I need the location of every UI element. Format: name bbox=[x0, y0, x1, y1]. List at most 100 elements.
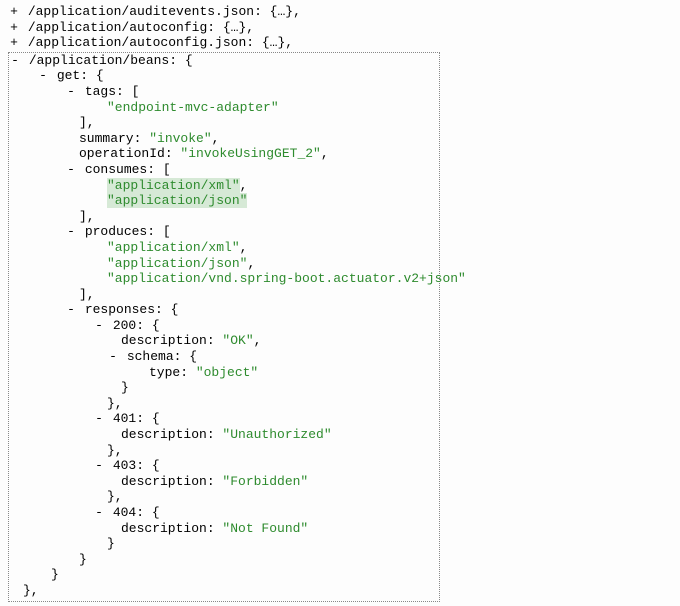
collapse-icon[interactable]: - bbox=[93, 411, 105, 427]
json-string: "application/xml" bbox=[107, 240, 240, 255]
json-string: "OK" bbox=[222, 333, 253, 348]
json-key: 404: { bbox=[113, 505, 160, 520]
json-key: produces: [ bbox=[85, 224, 171, 239]
json-string: "invoke" bbox=[149, 131, 211, 146]
json-collapsed-row[interactable]: + /application/autoconfig.json: {…}, bbox=[8, 35, 672, 51]
json-punc: : {…}, bbox=[207, 20, 254, 35]
json-close: }, bbox=[9, 396, 439, 412]
json-key: type: bbox=[149, 365, 196, 380]
json-row-type: type: "object" bbox=[9, 365, 439, 381]
json-key: 401: { bbox=[113, 411, 160, 426]
json-punc: } bbox=[121, 380, 129, 395]
json-row-tags[interactable]: - tags: [ bbox=[9, 84, 439, 100]
expand-icon[interactable]: + bbox=[8, 4, 20, 20]
json-row-200[interactable]: - 200: { bbox=[9, 318, 439, 334]
json-punc: : {…}, bbox=[246, 35, 293, 50]
json-key: /application/autoconfig bbox=[28, 20, 207, 35]
json-row-summary: summary: "invoke", bbox=[9, 131, 439, 147]
json-punc: }, bbox=[23, 583, 39, 598]
json-key: description: bbox=[121, 333, 222, 348]
collapse-icon[interactable]: - bbox=[107, 349, 119, 365]
json-value: "application/vnd.spring-boot.actuator.v2… bbox=[9, 271, 439, 287]
json-punc: ], bbox=[79, 115, 95, 130]
json-string: "Forbidden" bbox=[222, 474, 308, 489]
json-punc: }, bbox=[107, 396, 123, 411]
collapse-icon[interactable]: - bbox=[93, 505, 105, 521]
json-collapsed-row[interactable]: + /application/auditevents.json: {…}, bbox=[8, 4, 672, 20]
json-punc: : { bbox=[169, 53, 192, 68]
json-close: }, bbox=[9, 489, 439, 505]
json-string: "invokeUsingGET_2" bbox=[180, 146, 320, 161]
json-row-403[interactable]: - 403: { bbox=[9, 458, 439, 474]
collapse-icon[interactable]: - bbox=[37, 68, 49, 84]
collapse-icon[interactable]: - bbox=[65, 302, 77, 318]
json-close: ], bbox=[9, 287, 439, 303]
json-value: "endpoint-mvc-adapter" bbox=[9, 100, 439, 116]
json-string: "Not Found" bbox=[222, 521, 308, 536]
json-row-operationid: operationId: "invokeUsingGET_2", bbox=[9, 146, 439, 162]
collapse-icon[interactable]: - bbox=[93, 458, 105, 474]
json-key: description: bbox=[121, 427, 222, 442]
json-value: "application/xml", bbox=[9, 240, 439, 256]
json-punc: } bbox=[79, 552, 87, 567]
json-close: }, bbox=[9, 583, 439, 599]
json-string: "object" bbox=[196, 365, 258, 380]
json-key: /application/autoconfig.json bbox=[28, 35, 246, 50]
json-key: tags: [ bbox=[85, 84, 140, 99]
json-key: 403: { bbox=[113, 458, 160, 473]
json-collapsed-row[interactable]: + /application/autoconfig: {…}, bbox=[8, 20, 672, 36]
json-string: "application/json" bbox=[107, 193, 247, 208]
json-key: get: { bbox=[57, 68, 104, 83]
json-key: schema: { bbox=[127, 349, 197, 364]
json-close: } bbox=[9, 536, 439, 552]
json-punc: } bbox=[107, 536, 115, 551]
json-close: } bbox=[9, 552, 439, 568]
json-string: "Unauthorized" bbox=[222, 427, 331, 442]
json-string: "endpoint-mvc-adapter" bbox=[107, 100, 279, 115]
expand-icon[interactable]: + bbox=[8, 35, 20, 51]
collapse-icon[interactable]: - bbox=[9, 53, 21, 69]
json-row-401[interactable]: - 401: { bbox=[9, 411, 439, 427]
json-row-description: description: "Forbidden" bbox=[9, 474, 439, 490]
collapse-icon[interactable]: - bbox=[65, 224, 77, 240]
json-punc: }, bbox=[107, 489, 123, 504]
json-key: summary: bbox=[79, 131, 149, 146]
json-close: } bbox=[9, 380, 439, 396]
json-key: 200: { bbox=[113, 318, 160, 333]
json-key: description: bbox=[121, 521, 222, 536]
json-row-beans[interactable]: - /application/beans: { bbox=[9, 53, 439, 69]
json-string: "application/json" bbox=[107, 256, 247, 271]
json-key: responses: { bbox=[85, 302, 179, 317]
json-punc: : {…}, bbox=[254, 4, 301, 19]
json-row-get[interactable]: - get: { bbox=[9, 68, 439, 84]
json-close: ], bbox=[9, 115, 439, 131]
json-close: } bbox=[9, 567, 439, 583]
json-row-description: description: "Not Found" bbox=[9, 521, 439, 537]
json-string: "application/xml" bbox=[107, 178, 240, 193]
json-value: "application/xml", bbox=[9, 178, 439, 194]
json-close: }, bbox=[9, 443, 439, 459]
json-row-produces[interactable]: - produces: [ bbox=[9, 224, 439, 240]
json-key: /application/auditevents.json bbox=[28, 4, 254, 19]
json-row-responses[interactable]: - responses: { bbox=[9, 302, 439, 318]
expand-icon[interactable]: + bbox=[8, 20, 20, 36]
collapse-icon[interactable]: - bbox=[65, 84, 77, 100]
json-row-description: description: "OK", bbox=[9, 333, 439, 349]
json-punc: ], bbox=[79, 287, 95, 302]
json-punc: ], bbox=[79, 209, 95, 224]
json-key: description: bbox=[121, 474, 222, 489]
collapse-icon[interactable]: - bbox=[65, 162, 77, 178]
json-row-404[interactable]: - 404: { bbox=[9, 505, 439, 521]
json-row-schema[interactable]: - schema: { bbox=[9, 349, 439, 365]
json-value: "application/json" bbox=[9, 193, 439, 209]
json-punc: }, bbox=[107, 443, 123, 458]
json-key: /application/beans bbox=[29, 53, 169, 68]
json-close: ], bbox=[9, 209, 439, 225]
json-key: operationId: bbox=[79, 146, 180, 161]
collapse-icon[interactable]: - bbox=[93, 318, 105, 334]
json-value: "application/json", bbox=[9, 256, 439, 272]
json-punc: } bbox=[51, 567, 59, 582]
json-key: consumes: [ bbox=[85, 162, 171, 177]
json-row-consumes[interactable]: - consumes: [ bbox=[9, 162, 439, 178]
json-row-description: description: "Unauthorized" bbox=[9, 427, 439, 443]
